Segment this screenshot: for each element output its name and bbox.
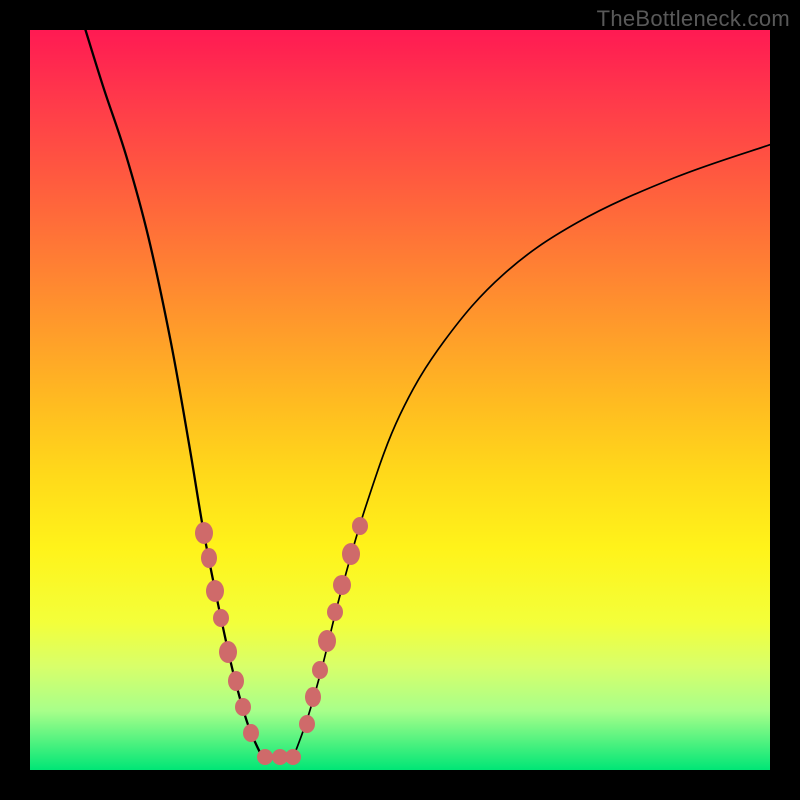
data-marker [318, 630, 336, 652]
data-marker [257, 749, 273, 765]
data-marker [201, 548, 217, 568]
data-marker [206, 580, 224, 602]
watermark-text: TheBottleneck.com [597, 6, 790, 32]
data-marker [352, 517, 368, 535]
data-marker [235, 698, 251, 716]
data-marker [342, 543, 360, 565]
plot-area [30, 30, 770, 770]
data-marker [228, 671, 244, 691]
data-marker [305, 687, 321, 707]
data-marker [299, 715, 315, 733]
data-marker [312, 661, 328, 679]
curve-segment [293, 145, 770, 759]
bottleneck-curve [30, 30, 770, 770]
data-marker [285, 749, 301, 765]
data-marker [327, 603, 343, 621]
data-marker [243, 724, 259, 742]
data-marker [333, 575, 351, 595]
data-marker [219, 641, 237, 663]
data-marker [213, 609, 229, 627]
chart-frame: TheBottleneck.com [0, 0, 800, 800]
data-marker [195, 522, 213, 544]
